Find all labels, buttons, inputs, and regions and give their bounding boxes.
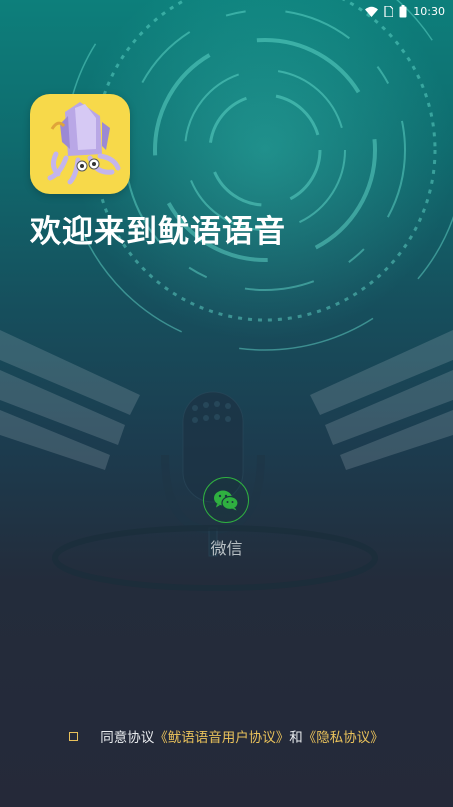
sim-icon: [384, 5, 394, 17]
agreement-row: 同意协议 《鱿语语音用户协议》 和 《隐私协议》: [0, 726, 453, 746]
user-agreement-link[interactable]: 《鱿语语音用户协议》: [154, 726, 289, 746]
status-bar: 10:30: [0, 0, 453, 22]
agreement-prefix: 同意协议: [100, 730, 155, 746]
wechat-login-button[interactable]: [203, 477, 249, 523]
squid-logo-icon: [47, 102, 121, 185]
welcome-title: 欢迎来到鱿语语音: [30, 214, 286, 250]
privacy-agreement-link[interactable]: 《隐私协议》: [303, 726, 384, 746]
agreement-checkbox[interactable]: [69, 731, 79, 741]
agreement-conjunction: 和: [289, 730, 303, 746]
wifi-icon: [365, 6, 379, 17]
wechat-icon: [214, 490, 239, 511]
battery-icon: [399, 4, 407, 17]
wechat-login-label: 微信: [210, 539, 243, 558]
status-time: 10:30: [413, 4, 445, 18]
app-logo: [30, 94, 130, 194]
